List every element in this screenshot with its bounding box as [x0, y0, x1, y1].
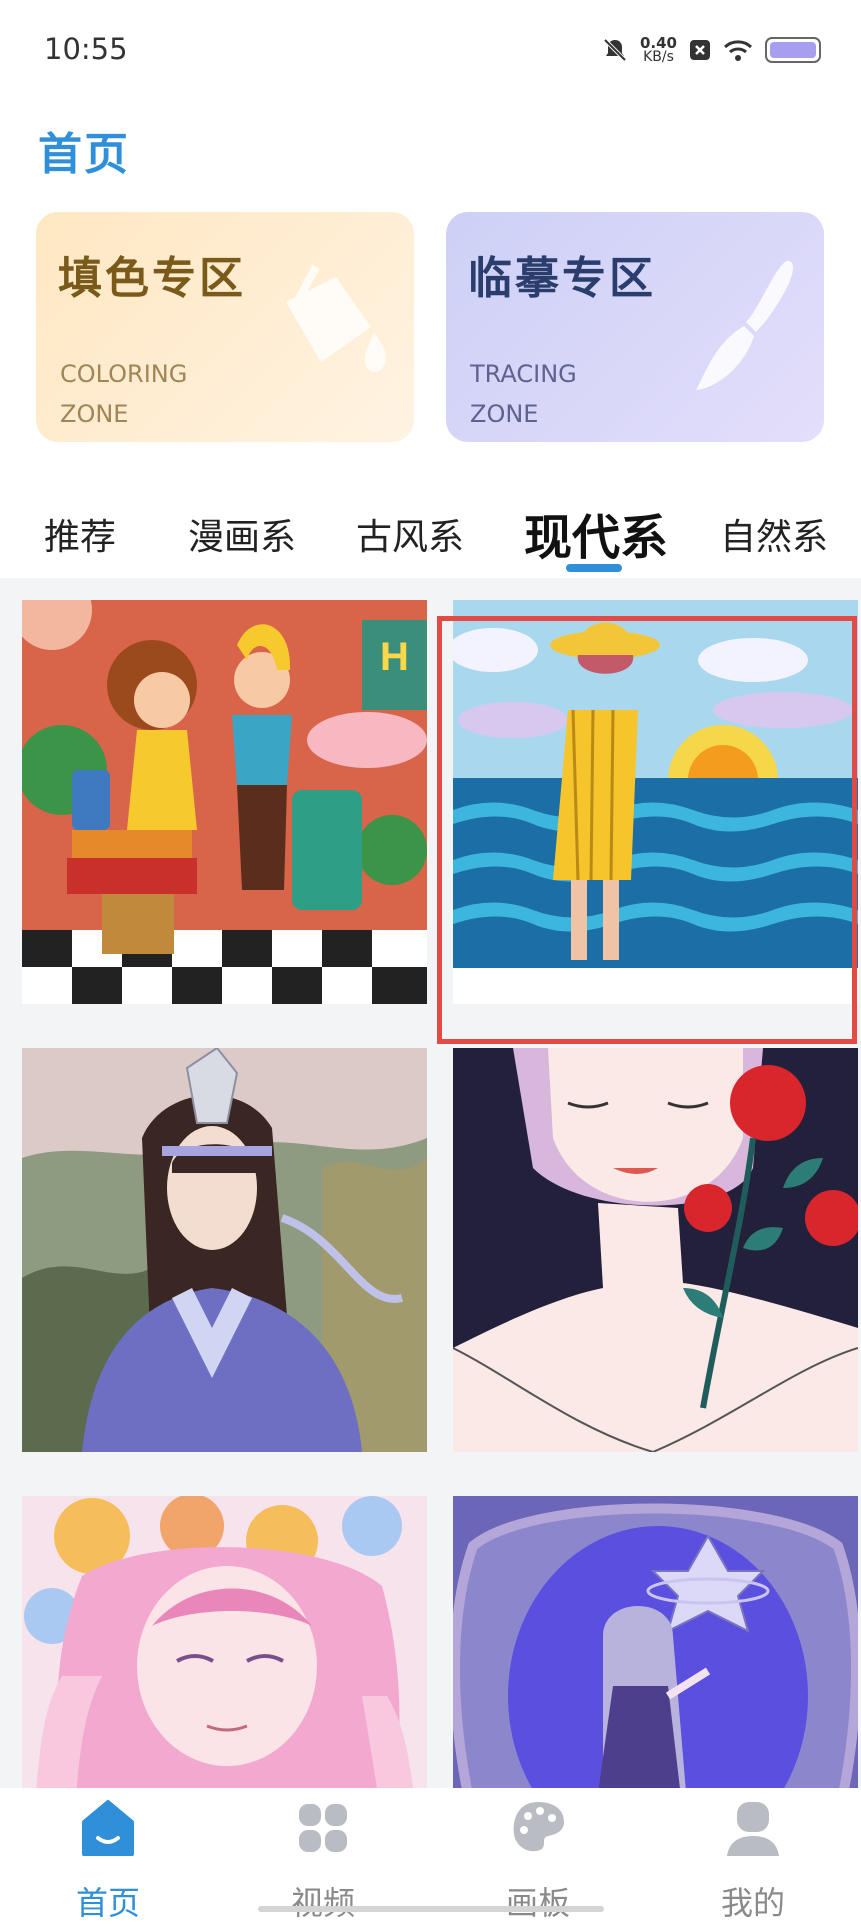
coloring-zone-card[interactable]: 填色专区 COLORING ZONE: [36, 212, 414, 442]
pink-hair-flowers-illustration: [22, 1496, 427, 1788]
coloring-zone-title: 填色专区: [58, 253, 246, 304]
bell-muted-icon: [603, 38, 627, 62]
network-speed: 0.40 KB/s: [639, 34, 677, 65]
svg-text:H: H: [380, 635, 409, 679]
tracing-zone-card[interactable]: 临摹专区 TRACING ZONE: [446, 212, 824, 442]
status-bar: 10:55 0.40 KB/s: [0, 0, 861, 100]
battery-icon: [765, 37, 821, 63]
artwork-card[interactable]: [22, 1048, 427, 1452]
nav-palette-label: 画板: [505, 1884, 570, 1922]
artwork-card[interactable]: [453, 1496, 858, 1788]
palette-icon: [513, 1802, 564, 1852]
nav-video-label: 视频: [290, 1884, 355, 1922]
beach-girl-sunset-illustration: [453, 600, 858, 1004]
artwork-card[interactable]: [453, 1048, 858, 1452]
wifi-icon: [723, 40, 753, 61]
tab-nature[interactable]: 自然系: [720, 508, 828, 560]
home-icon: [82, 1800, 134, 1856]
paint-bucket-icon: [286, 265, 386, 372]
nav-home-label: 首页: [75, 1884, 140, 1922]
nav-home[interactable]: 首页: [38, 1798, 178, 1922]
active-tab-indicator: [566, 564, 622, 572]
nav-palette[interactable]: 画板: [468, 1798, 608, 1922]
artwork-card[interactable]: H: [22, 600, 427, 1004]
tab-modern[interactable]: 现代系: [524, 498, 668, 568]
status-time: 10:55: [44, 32, 128, 66]
x-box-icon: [690, 40, 710, 60]
ancient-style-swordsman-illustration: [22, 1048, 427, 1452]
bottom-navigation: 首页 视频 画板 我的: [0, 1788, 861, 1922]
status-icons: 0.40 KB/s: [602, 30, 821, 70]
nav-video[interactable]: 视频: [253, 1798, 393, 1922]
coloring-zone-subtitle: COLORING ZONE: [60, 360, 188, 428]
nav-profile[interactable]: 我的: [683, 1798, 823, 1922]
tracing-zone-title: 临摹专区: [468, 253, 656, 304]
nav-profile-label: 我的: [720, 1884, 785, 1922]
purple-fantasy-girl-illustration: [453, 1496, 858, 1788]
artwork-card[interactable]: [22, 1496, 427, 1788]
artwork-card[interactable]: [453, 600, 858, 1004]
tab-recommend[interactable]: 推荐: [44, 508, 116, 560]
home-indicator[interactable]: [258, 1906, 604, 1912]
category-tabs: 推荐 漫画系 古风系 现代系 自然系: [0, 490, 861, 580]
video-grid-icon: [299, 1804, 347, 1852]
brush-icon: [696, 260, 793, 390]
tab-ancient[interactable]: 古风系: [356, 508, 464, 560]
page-title: 首页: [38, 129, 130, 180]
travel-girls-illustration: H: [22, 600, 427, 1004]
woman-with-roses-illustration: [453, 1048, 858, 1452]
tab-comic[interactable]: 漫画系: [188, 508, 296, 560]
artwork-grid: H: [0, 578, 861, 1788]
profile-icon: [727, 1802, 779, 1856]
tracing-zone-subtitle: TRACING ZONE: [470, 360, 577, 428]
